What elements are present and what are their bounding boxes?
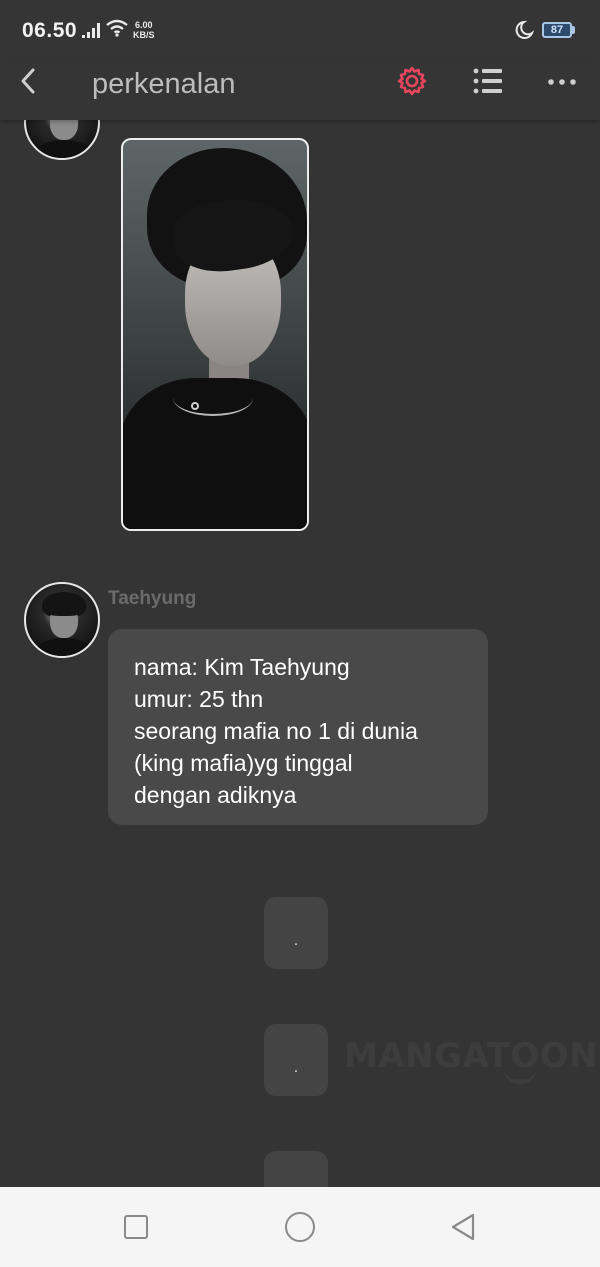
watermark-text: MANGATOON [344,1036,599,1076]
message-line: umur: 25 thn [134,686,264,712]
sender-name: Taehyung [108,588,197,609]
system-nav-bar [0,1187,600,1267]
message-line: nama: Kim Taehyung [134,654,350,680]
home-icon[interactable] [285,1212,315,1242]
back-icon[interactable] [14,66,44,96]
more-icon[interactable] [546,68,578,96]
battery-tip [572,26,575,34]
dot-message-bubble[interactable]: . [264,897,328,969]
network-speed-unit: KB/S [133,30,155,40]
chat-header: perkenalan [0,60,600,120]
avatar-body [34,140,94,158]
moon-icon [515,20,534,39]
status-bar: 06.50 6.00 KB/S 87 [0,0,600,60]
network-speed: 6.00 KB/S [133,20,155,40]
back-nav-icon[interactable] [449,1212,477,1242]
signal-icon [82,23,100,38]
photo-pendant [191,402,199,410]
watermark-logo: MANGATOON [344,1036,599,1092]
message-line: dengan adiknya [134,782,297,808]
list-icon[interactable] [472,66,504,96]
gear-icon[interactable] [396,65,428,97]
page-title: perkenalan [92,68,236,100]
avatar-body [34,638,94,656]
status-time: 06.50 [22,19,78,42]
photo-necklace [173,380,253,416]
network-speed-value: 6.00 [134,20,153,30]
wifi-icon [106,19,128,37]
avatar-fringe [42,598,86,616]
battery-indicator: 87 [542,22,572,38]
image-message[interactable] [121,138,309,531]
watermark-smile-icon [504,1070,536,1084]
text-message-bubble[interactable]: nama: Kim Taehyung umur: 25 thn seorang … [108,629,488,825]
message-line: seorang mafia no 1 di dunia [134,718,418,744]
dot-message-bubble[interactable]: . [264,1024,328,1096]
recent-apps-icon[interactable] [124,1215,148,1239]
avatar[interactable] [24,582,100,658]
message-line: (king mafia)yg tinggal [134,750,353,776]
